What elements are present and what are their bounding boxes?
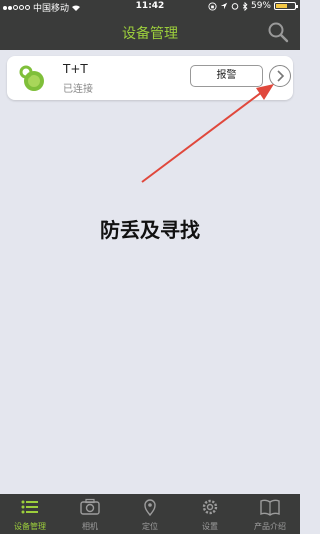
device-card[interactable]: T+T 已连接 报警: [7, 56, 293, 100]
alarm-button[interactable]: 报警: [190, 65, 263, 87]
location-arrow-icon: [220, 2, 228, 10]
alarm-clock-icon: [231, 3, 239, 10]
bluetooth-icon: [242, 1, 248, 11]
tab-label: 相机: [82, 522, 98, 531]
tab-location[interactable]: 定位: [120, 494, 180, 534]
search-icon: [268, 22, 289, 43]
connection-status: 已连接: [63, 84, 93, 95]
page-title: 设备管理: [122, 26, 178, 42]
tab-camera[interactable]: 相机: [60, 494, 120, 534]
camera-icon: [80, 498, 100, 515]
tab-label: 设置: [202, 522, 218, 531]
tab-label: 产品介绍: [254, 522, 286, 531]
device-tracker-icon: [17, 64, 47, 94]
list-icon: [21, 500, 38, 514]
navigation-bar: 设备管理: [0, 14, 300, 50]
tab-product-intro[interactable]: 产品介绍: [240, 494, 300, 534]
status-bar: 中国移动 11:42 59%: [0, 0, 300, 14]
gear-icon: [202, 499, 218, 515]
search-button[interactable]: [266, 20, 290, 44]
device-name: T+T: [63, 62, 88, 76]
tab-label: 设备管理: [14, 522, 46, 531]
device-detail-button[interactable]: [269, 65, 291, 87]
tab-bar: 设备管理 相机 定位 设置 产品介绍: [0, 494, 300, 534]
battery-percent: 59%: [250, 1, 271, 11]
battery-icon: [274, 2, 298, 10]
chevron-right-icon: [277, 70, 285, 82]
tab-settings[interactable]: 设置: [180, 494, 240, 534]
lock-rotation-icon: [208, 1, 217, 11]
book-icon: [260, 499, 280, 516]
location-pin-icon: [144, 499, 156, 516]
annotation-text: 防丢及寻找: [100, 218, 200, 242]
status-right: 59%: [208, 1, 298, 11]
tab-device-management[interactable]: 设备管理: [0, 494, 60, 534]
tab-label: 定位: [142, 522, 158, 531]
